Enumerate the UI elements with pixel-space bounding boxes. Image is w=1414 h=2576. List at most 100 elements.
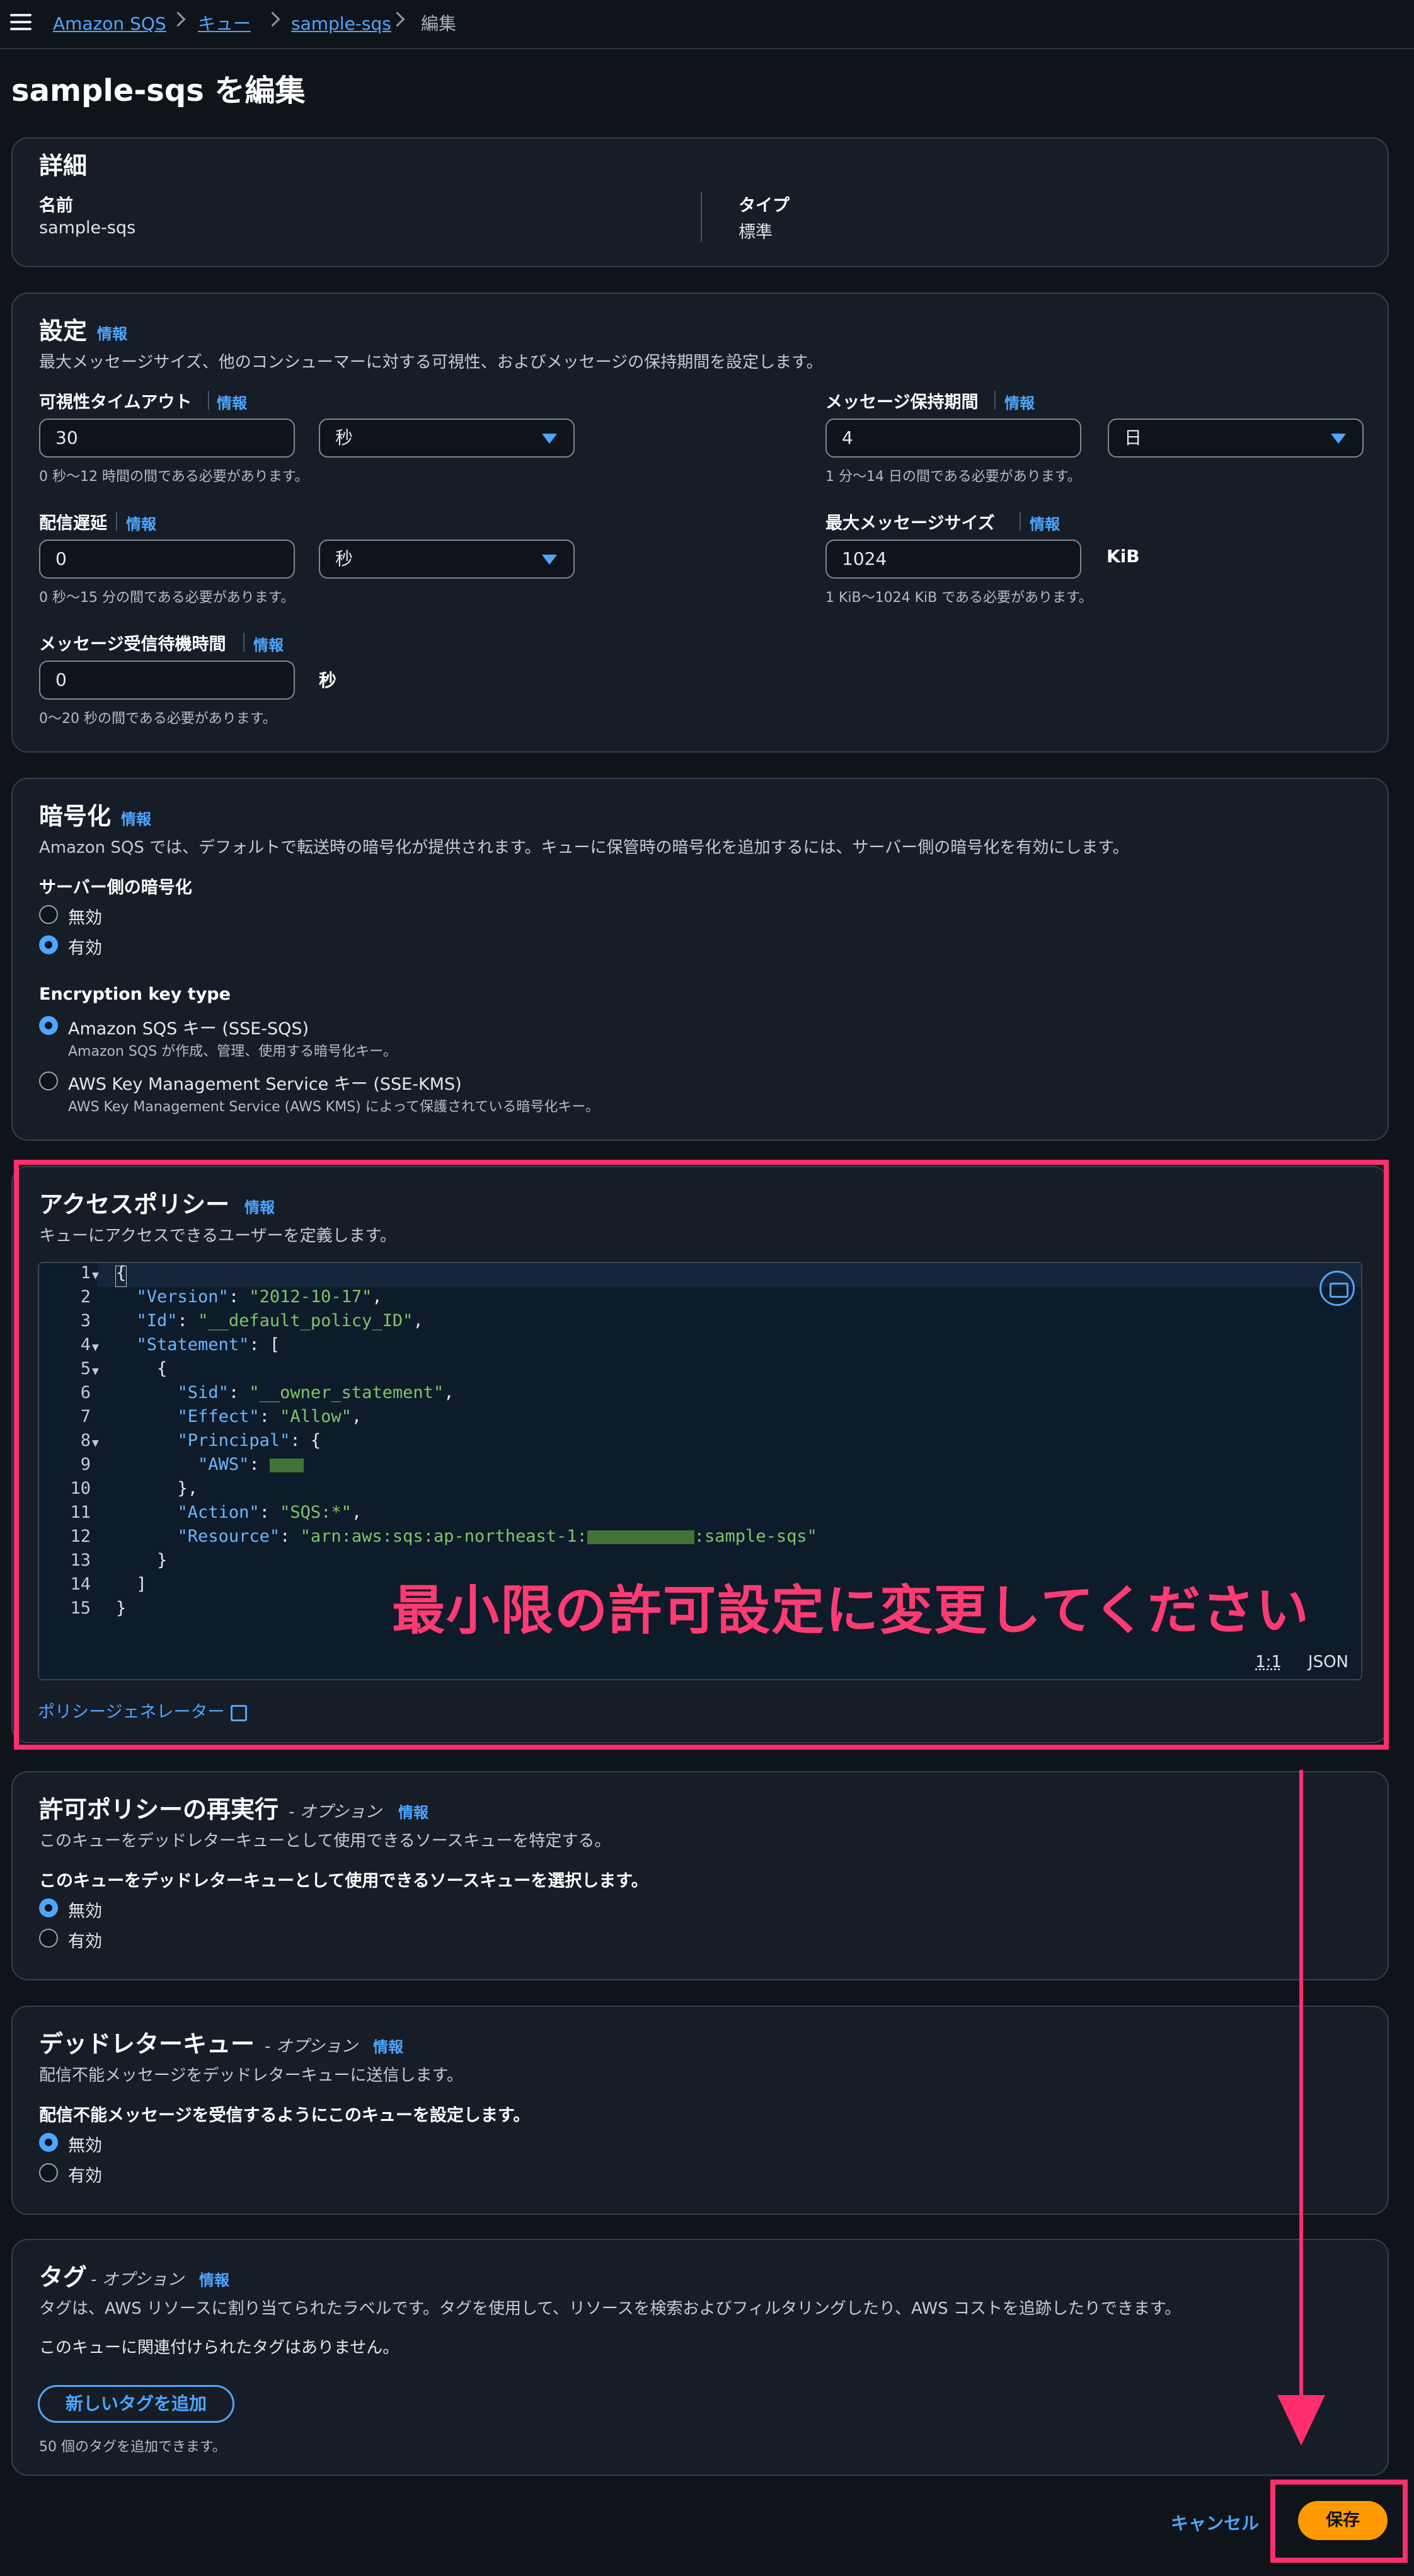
breadcrumb-sample-sqs[interactable]: sample-sqs [291, 11, 391, 37]
annotation-arrow-head-icon [1277, 2395, 1325, 2446]
settings-heading: 設定 [39, 317, 88, 345]
tags-limit-hint: 50 個のタグを追加できます。 [39, 2439, 226, 2455]
dead-letter-question: 配信不能メッセージを受信するようにこのキューを設定します。 [39, 2106, 531, 2125]
dead-letter-disabled-radio[interactable] [39, 2133, 58, 2152]
redrive-allow-disabled-label[interactable]: 無効 [68, 1897, 102, 1922]
visibility-timeout-info-link[interactable]: 情報 [217, 391, 247, 413]
tags-empty-message: このキューに関連付けられたタグはありません。 [39, 2338, 399, 2357]
receive-wait-input[interactable]: 0 [39, 661, 295, 700]
sse-enabled-label[interactable]: 有効 [68, 934, 102, 959]
sse-sqs-description: Amazon SQS が作成、管理、使用する暗号化キー。 [68, 1044, 397, 1060]
breadcrumb-amazon-sqs[interactable]: Amazon SQS [53, 11, 166, 37]
caret-down-icon [542, 555, 557, 565]
delivery-delay-unit-select[interactable]: 秒 [319, 540, 575, 579]
divider [994, 391, 996, 410]
caret-down-icon [542, 434, 557, 444]
sse-disabled-label[interactable]: 無効 [68, 904, 102, 928]
redrive-allow-disabled-radio[interactable] [39, 1898, 58, 1917]
max-size-input[interactable]: 1024 [825, 540, 1081, 579]
settings-panel: 設定 情報 最大メッセージサイズ、他のコンシューマーに対する可視性、およびメッセ… [11, 292, 1389, 753]
divider [701, 192, 702, 242]
visibility-timeout-unit-select[interactable]: 秒 [319, 419, 575, 458]
tags-optional: - オプション [91, 2270, 184, 2289]
encryption-info-link[interactable]: 情報 [121, 807, 151, 829]
redrive-allow-optional: - オプション [289, 1803, 382, 1822]
retention-unit-select[interactable]: 日 [1108, 419, 1364, 458]
visibility-timeout-hint: 0 秒〜12 時間の間である必要があります。 [39, 469, 309, 485]
breadcrumb-queues[interactable]: キュー [198, 11, 251, 37]
tags-description: タグは、AWS リソースに割り当てられたラベルです。タグを使用して、リソースを検… [39, 2299, 1181, 2318]
settings-info-link[interactable]: 情報 [97, 321, 127, 344]
select-value: 日 [1124, 427, 1142, 448]
add-tag-button[interactable]: 新しいタグを追加 [38, 2385, 234, 2423]
sse-enabled-radio[interactable] [39, 935, 58, 954]
retention-input[interactable]: 4 [825, 419, 1081, 458]
annotation-highlight-policy [14, 1160, 1389, 1750]
key-type-label: Encryption key type [39, 985, 231, 1004]
type-label: タイプ [739, 196, 790, 216]
sse-kms-radio[interactable] [39, 1071, 58, 1090]
dead-letter-heading: デッドレターキュー [39, 2030, 255, 2058]
annotation-arrow-shaft [1299, 1770, 1303, 2406]
select-value: 秒 [335, 548, 354, 569]
encryption-heading: 暗号化 [39, 802, 112, 830]
receive-wait-unit: 秒 [319, 670, 337, 691]
max-size-unit: KiB [1106, 546, 1140, 567]
max-size-info-link[interactable]: 情報 [1030, 512, 1060, 534]
sse-disabled-radio[interactable] [39, 905, 58, 924]
redrive-allow-question: このキューをデッドレターキューとして使用できるソースキューを選択します。 [39, 1871, 648, 1891]
page-title: sample-sqs を編集 [11, 73, 306, 108]
sse-kms-description: AWS Key Management Service (AWS KMS) によっ… [68, 1099, 600, 1115]
tags-panel: タグ - オプション 情報 タグは、AWS リソースに割り当てられたラベルです。… [11, 2239, 1389, 2476]
divider [1020, 512, 1021, 531]
max-size-label: 最大メッセージサイズ [825, 514, 995, 533]
visibility-timeout-input[interactable]: 30 [39, 419, 295, 458]
redrive-allow-description: このキューをデッドレターキューとして使用できるソースキューを特定する。 [39, 1832, 611, 1851]
max-size-hint: 1 KiB〜1024 KiB である必要があります。 [825, 590, 1093, 606]
sse-sqs-label[interactable]: Amazon SQS キー (SSE-SQS) [68, 1015, 309, 1039]
delivery-delay-input[interactable]: 0 [39, 540, 295, 579]
redrive-allow-heading: 許可ポリシーの再実行 [39, 1796, 279, 1823]
receive-wait-info-link[interactable]: 情報 [253, 633, 284, 655]
delivery-delay-hint: 0 秒〜15 分の間である必要があります。 [39, 590, 295, 606]
redrive-allow-enabled-radio[interactable] [39, 1929, 58, 1948]
details-heading: 詳細 [39, 152, 88, 180]
dead-letter-info-link[interactable]: 情報 [373, 2035, 403, 2057]
sse-label: サーバー側の暗号化 [39, 878, 192, 898]
type-value: 標準 [739, 222, 773, 242]
dead-letter-description: 配信不能メッセージをデッドレターキューに送信します。 [39, 2066, 463, 2085]
cancel-button[interactable]: キャンセル [1171, 2510, 1259, 2535]
encryption-description: Amazon SQS では、デフォルトで転送時の暗号化が提供されます。キューに保… [39, 838, 1129, 857]
encryption-panel: 暗号化 情報 Amazon SQS では、デフォルトで転送時の暗号化が提供されま… [11, 778, 1389, 1141]
retention-info-link[interactable]: 情報 [1004, 391, 1035, 413]
tags-info-link[interactable]: 情報 [199, 2268, 229, 2290]
dead-letter-optional: - オプション [265, 2037, 358, 2056]
delivery-delay-label: 配信遅延 [39, 514, 107, 533]
divider [208, 391, 209, 410]
chevron-right-icon [265, 11, 280, 27]
tags-heading: タグ [39, 2263, 88, 2291]
dead-letter-enabled-label[interactable]: 有効 [68, 2162, 102, 2186]
settings-description: 最大メッセージサイズ、他のコンシューマーに対する可視性、およびメッセージの保持期… [39, 353, 823, 372]
delivery-delay-info-link[interactable]: 情報 [126, 512, 156, 534]
redrive-allow-enabled-label[interactable]: 有効 [68, 1927, 102, 1952]
annotation-highlight-save [1270, 2480, 1408, 2563]
dead-letter-disabled-label[interactable]: 無効 [68, 2132, 102, 2156]
redrive-allow-info-link[interactable]: 情報 [398, 1800, 428, 1822]
top-bar: Amazon SQS キュー sample-sqs 編集 [0, 0, 1414, 49]
sse-kms-label[interactable]: AWS Key Management Service キー (SSE-KMS) [68, 1070, 462, 1095]
caret-down-icon [1331, 434, 1346, 444]
sse-sqs-radio[interactable] [39, 1016, 58, 1035]
name-label: 名前 [39, 196, 73, 216]
chevron-right-icon [389, 11, 405, 27]
dead-letter-enabled-radio[interactable] [39, 2163, 58, 2182]
divider [243, 633, 244, 652]
divider [116, 512, 117, 531]
select-value: 秒 [335, 427, 354, 448]
breadcrumb-current: 編集 [421, 13, 457, 34]
chevron-right-icon [170, 11, 186, 27]
name-value: sample-sqs [39, 218, 136, 238]
receive-wait-hint: 0〜20 秒の間である必要があります。 [39, 711, 277, 727]
hamburger-menu-icon[interactable] [10, 11, 32, 33]
redrive-allow-panel: 許可ポリシーの再実行 - オプション 情報 このキューをデッドレターキューとして… [11, 1771, 1389, 1980]
